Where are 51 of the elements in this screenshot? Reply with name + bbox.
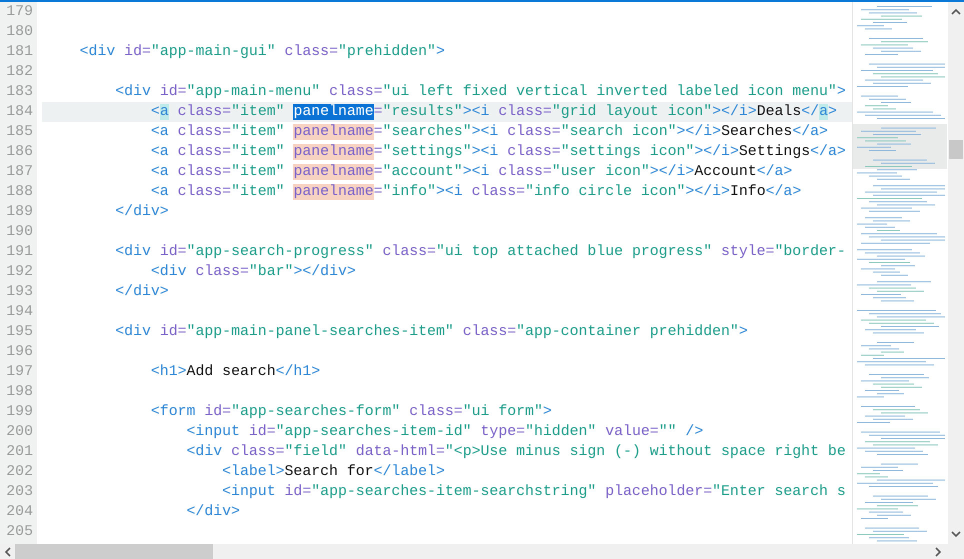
line-number: 195 <box>5 323 34 342</box>
line-number: 197 <box>5 363 34 382</box>
code-line: <h1>Add search</h1> <box>150 363 322 382</box>
line-number: 196 <box>5 343 34 362</box>
code-line: </div> <box>186 503 241 522</box>
code-line: </div> <box>114 203 170 222</box>
line-number: 205 <box>5 523 34 542</box>
code-line: <a class="item" panelname="account"><i class="user icon"></i>Account</a> <box>150 163 794 182</box>
line-number: 179 <box>5 3 34 22</box>
line-number: 192 <box>5 263 34 282</box>
code-line: </div> <box>114 283 170 302</box>
line-number: 190 <box>5 223 34 242</box>
code-line: <div id="app-search-progress" class="ui top attached blue progress" style="border- <box>114 243 847 262</box>
scroll-up-icon[interactable] <box>951 8 961 16</box>
line-number: 182 <box>5 63 34 82</box>
line-number: 203 <box>5 483 34 502</box>
line-number: 181 <box>5 43 34 62</box>
code-line: <input id="app-searches-item-id" type="hidden" value="" /> <box>186 423 704 442</box>
line-number: 183 <box>5 83 34 102</box>
code-line: <div class="field" data-html="<p>Use minus sign (-) without space right be <box>186 443 847 462</box>
scroll-right-icon[interactable] <box>934 546 942 556</box>
line-number: 186 <box>5 143 34 162</box>
line-number: 185 <box>5 123 34 142</box>
line-number: 199 <box>5 403 34 422</box>
code-line: <a class="item" panelname="info"><i class="info circle icon"></i>Info</a> <box>150 183 802 202</box>
code-line: <div id="app-main-panel-searches-item" class="app-container prehidden"> <box>114 323 749 342</box>
code-line: <input id="app-searches-item-searchstring" placeholder="Enter search s <box>221 483 847 502</box>
code-line: <div class="bar"></div> <box>150 263 357 282</box>
line-number: 187 <box>5 163 34 182</box>
code-line: <a class="item" panelname="searches"><i class="search icon"></i>Searches</a> <box>150 123 829 142</box>
code-line: <label>Search for</label> <box>221 463 446 482</box>
line-number: 194 <box>5 303 34 322</box>
line-number: 200 <box>5 423 34 442</box>
line-number: 184 <box>5 103 34 122</box>
code-line: <div id="app-main-gui" class="prehidden"> <box>78 43 446 62</box>
line-number: 201 <box>5 443 34 462</box>
code-line: <a class="item" panelname="settings"><i class="settings icon"></i>Settings</a> <box>150 143 847 162</box>
scroll-left-icon[interactable] <box>4 546 12 556</box>
line-number: 193 <box>5 283 34 302</box>
code-line: <form id="app-searches-form" class="ui form"> <box>150 403 553 422</box>
scroll-down-icon[interactable] <box>951 530 961 538</box>
line-number: 204 <box>5 503 34 522</box>
line-number: 202 <box>5 463 34 482</box>
line-number: 189 <box>5 203 34 222</box>
line-number: 180 <box>5 23 34 42</box>
scrollbar-thumb[interactable] <box>15 544 213 559</box>
scrollbar-thumb[interactable] <box>949 140 963 159</box>
line-number: 191 <box>5 243 34 262</box>
code-line: <div id="app-main-menu" class="ui left fixed vertical inverted labeled icon menu"> <box>114 83 847 102</box>
line-number: 188 <box>5 183 34 202</box>
line-number: 198 <box>5 383 34 402</box>
